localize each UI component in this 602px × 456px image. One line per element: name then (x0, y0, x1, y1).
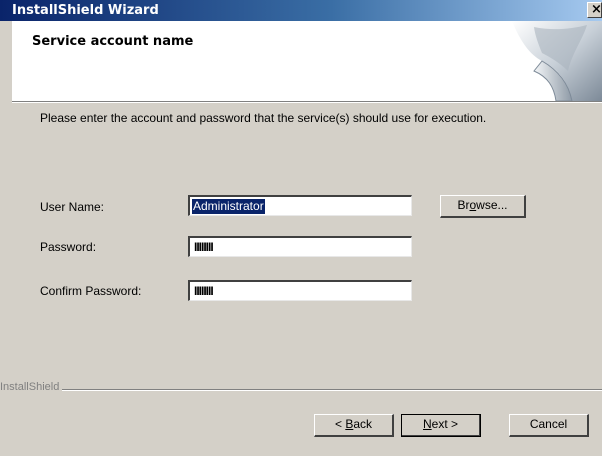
confirm-password-label: Confirm Password: (40, 284, 142, 298)
installshield-wizard-window: InstallShield Wizard × Service account n… (0, 0, 602, 456)
browse-button[interactable]: Browse... (440, 195, 526, 218)
username-value: Administrator (192, 199, 265, 214)
close-button[interactable]: × (587, 2, 602, 18)
next-button[interactable]: Next > (401, 414, 481, 437)
wizard-header: Service account name (12, 21, 602, 101)
username-field[interactable]: Administrator (188, 195, 412, 216)
confirm-password-masked-value: IIIIIIII (194, 284, 214, 298)
footer-divider-highlight (62, 390, 602, 391)
password-label: Password: (40, 240, 97, 254)
instruction-text: Please enter the account and password th… (40, 111, 487, 125)
password-masked-value: IIIIIIII (194, 240, 214, 254)
installshield-brand: InstallShield (0, 381, 60, 393)
password-field[interactable]: IIIIIIII (188, 236, 412, 257)
header-divider-highlight (12, 102, 602, 103)
window-title: InstallShield Wizard (12, 3, 159, 18)
close-icon: × (591, 2, 602, 17)
cancel-button[interactable]: Cancel (509, 414, 589, 437)
page-title: Service account name (32, 34, 194, 49)
header-graphic (512, 21, 602, 101)
back-button[interactable]: < Back (314, 414, 394, 437)
title-bar[interactable]: InstallShield Wizard × (0, 0, 602, 21)
confirm-password-field[interactable]: IIIIIIII (188, 280, 412, 301)
username-label: User Name: (40, 200, 105, 214)
